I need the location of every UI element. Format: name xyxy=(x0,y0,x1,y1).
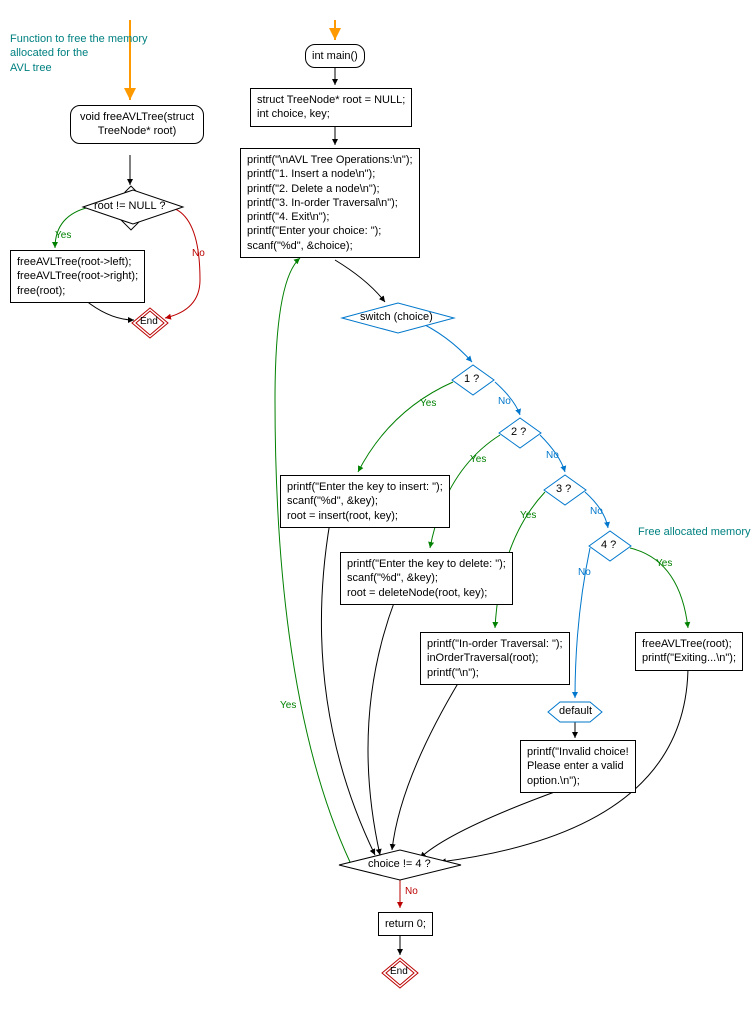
case2-box: printf("Enter the key to delete: "); sca… xyxy=(340,552,513,605)
yes-label-left: Yes xyxy=(55,230,71,241)
c2-yes: Yes xyxy=(470,454,486,465)
loop-yes: Yes xyxy=(280,700,296,711)
return-box: return 0; xyxy=(378,912,433,936)
free-function-annotation: Function to free the memory allocated fo… xyxy=(10,32,148,75)
c2-text: 2 ? xyxy=(511,426,526,438)
loopcond-text: choice != 4 ? xyxy=(368,858,431,870)
c4-no: No xyxy=(578,567,591,578)
c4-yes: Yes xyxy=(656,558,672,569)
case1-box: printf("Enter the key to insert: "); sca… xyxy=(280,475,450,528)
decl-box: struct TreeNode* root = NULL; int choice… xyxy=(250,88,412,127)
no-label-left: No xyxy=(192,248,205,259)
switch-text: switch (choice) xyxy=(360,311,433,323)
free-func-decl: void freeAVLTree(struct TreeNode* root) xyxy=(70,105,204,144)
case3-box: printf("In-order Traversal: "); inOrderT… xyxy=(420,632,570,685)
c3-yes: Yes xyxy=(520,510,536,521)
free-mem-annotation: Free allocated memory xyxy=(638,525,751,539)
loop-no: No xyxy=(405,886,418,897)
c1-yes: Yes xyxy=(420,398,436,409)
c3-text: 3 ? xyxy=(556,483,571,495)
main-func: int main() xyxy=(305,44,365,68)
default-body: printf("Invalid choice! Please enter a v… xyxy=(520,740,636,793)
menu-box: printf("\nAVL Tree Operations:\n"); prin… xyxy=(240,148,420,258)
end-text-left: End xyxy=(140,316,158,327)
c1-no: No xyxy=(498,396,511,407)
default-text: default xyxy=(559,705,592,717)
free-body: freeAVLTree(root->left); freeAVLTree(roo… xyxy=(10,250,145,303)
c2-no: No xyxy=(546,450,559,461)
c4-text: 4 ? xyxy=(601,539,616,551)
c1-text: 1 ? xyxy=(464,373,479,385)
end-text-right: End xyxy=(390,966,408,977)
c3-no: No xyxy=(590,506,603,517)
root-null-text: root != NULL ? xyxy=(94,200,165,212)
case4-box: freeAVLTree(root); printf("Exiting...\n"… xyxy=(635,632,743,671)
